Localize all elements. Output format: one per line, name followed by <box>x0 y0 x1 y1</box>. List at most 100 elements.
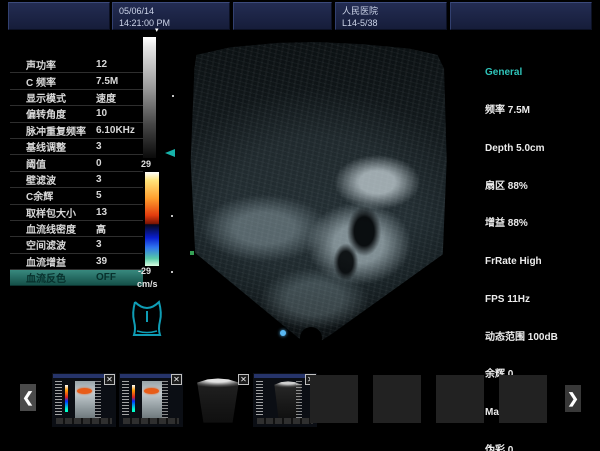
thumb-text-column <box>296 381 302 419</box>
param-label: 显示模式 <box>10 90 96 105</box>
param-label: 偏转角度 <box>10 106 96 121</box>
readout-sector: 扇区 88% <box>485 181 558 194</box>
thumb-filmstrip-row <box>56 418 112 424</box>
chevron-right-icon: ❯ <box>567 390 579 407</box>
thumb-filmstrip-row <box>123 418 179 424</box>
thumb-text-column <box>162 381 168 419</box>
param-label: 声功率 <box>10 57 96 72</box>
empty-thumbnail-slot <box>436 375 484 423</box>
filmstrip-next-button[interactable]: ❯ <box>565 385 581 412</box>
probe-label: L14-5/38 <box>342 18 378 28</box>
empty-thumbnail-slot <box>373 375 421 423</box>
param-value: 3 <box>96 141 143 152</box>
thumbnail-doppler-capture-1[interactable]: ✕ <box>52 373 116 427</box>
param-label: 空间滤波 <box>10 237 96 252</box>
hospital-box: 人民医院 L14-5/38 <box>335 2 447 30</box>
thumb-text-column <box>95 381 101 419</box>
readout-fps: FPS 11Hz <box>485 294 558 307</box>
param-row-c-persistence[interactable]: C余辉5 <box>10 188 143 204</box>
preset-title: General <box>485 67 558 80</box>
param-row-wall-filter[interactable]: 壁滤波3 <box>10 172 143 188</box>
trackball-cursor <box>280 330 286 336</box>
param-row-baseline[interactable]: 基线调整3 <box>10 139 143 155</box>
close-icon[interactable]: ✕ <box>171 374 182 385</box>
empty-thumbnail-slot <box>310 375 358 423</box>
param-value: 高 <box>96 221 143 236</box>
param-row-steer-angle[interactable]: 偏转角度10 <box>10 106 143 122</box>
param-row-acoustic-power[interactable]: 声功率12 <box>10 57 143 73</box>
param-value: 7.5M <box>96 76 143 87</box>
param-value: 6.10KHz <box>96 125 143 136</box>
close-icon[interactable]: ✕ <box>238 374 249 385</box>
date-label: 05/06/14 <box>119 6 154 16</box>
thumbnail-doppler-capture-2[interactable]: ✕ <box>119 373 183 427</box>
readout-frequency: 频率 7.5M <box>485 105 558 118</box>
param-row-c-frequency[interactable]: C 频率7.5M <box>10 73 143 89</box>
param-label: C 频率 <box>10 74 96 89</box>
param-label: 壁滤波 <box>10 172 96 187</box>
param-row-spatial-filter[interactable]: 空间滤波3 <box>10 237 143 253</box>
readout-depth: Depth 5.0cm <box>485 143 558 156</box>
color-doppler-bar <box>145 172 159 266</box>
grayscale-bar <box>143 37 156 158</box>
param-label: 基线调整 <box>10 139 96 154</box>
param-label: 阈值 <box>10 156 96 171</box>
time-label: 14:21:00 PM <box>119 18 170 28</box>
gain-marker-arrow-icon <box>165 149 175 157</box>
focus-marker <box>190 251 194 255</box>
datetime-box: 05/06/14 14:21:00 PM <box>112 2 230 30</box>
param-value: 12 <box>96 59 143 70</box>
thumbnail-sector-capture[interactable]: ✕ <box>253 373 317 427</box>
b-mode-sector-image <box>186 38 448 345</box>
param-value: OFF <box>96 272 143 283</box>
topbar-empty-box-1 <box>8 2 110 30</box>
thumb-text-column <box>55 381 62 417</box>
thumb-sector <box>192 378 244 424</box>
param-value: 0 <box>96 158 143 169</box>
readout-gain: 增益 88% <box>485 218 558 231</box>
ultrasound-console-screen: 05/06/14 14:21:00 PM 人民医院 L14-5/38 ▾ 声功率… <box>0 0 600 451</box>
caret-down-icon: ▾ <box>155 27 159 34</box>
hospital-label: 人民医院 <box>342 6 378 16</box>
param-label: C余辉 <box>10 188 96 203</box>
thumb-text-column <box>122 381 129 417</box>
ultrasound-image-area <box>186 38 448 345</box>
param-row-prf[interactable]: 脉冲重复频率6.10KHz <box>10 123 143 139</box>
velocity-max-label: 29 <box>141 159 151 169</box>
param-row-display-mode[interactable]: 显示模式速度 <box>10 90 143 106</box>
bar-marker-dot <box>171 215 173 217</box>
thumb-doppler-blob <box>144 388 159 394</box>
close-icon[interactable]: ✕ <box>104 374 115 385</box>
param-label: 取样包大小 <box>10 205 96 220</box>
thumb-image <box>142 381 162 420</box>
readout-frrate: FrRate High <box>485 256 558 269</box>
param-row-packet-size[interactable]: 取样包大小13 <box>10 205 143 221</box>
empty-thumbnail-slot <box>499 375 547 423</box>
param-row-color-gain[interactable]: 血流增益39 <box>10 254 143 270</box>
thumb-doppler-blob <box>77 388 92 394</box>
velocity-unit-label: cm/s <box>137 279 158 289</box>
param-value: 3 <box>96 174 143 185</box>
doppler-parameter-list: 声功率12 C 频率7.5M 显示模式速度 偏转角度10 脉冲重复频率6.10K… <box>10 57 143 286</box>
thumb-filmstrip-row <box>257 418 313 424</box>
param-value: 39 <box>96 256 143 267</box>
bar-marker-dot <box>172 95 174 97</box>
thumb-text-column <box>256 381 263 417</box>
filmstrip-prev-button[interactable]: ❮ <box>20 384 36 411</box>
thumb-image <box>75 381 95 420</box>
body-mark-icon[interactable] <box>126 298 168 340</box>
param-row-line-density[interactable]: 血流线密度高 <box>10 221 143 237</box>
bar-marker-dot <box>171 271 173 273</box>
param-row-threshold[interactable]: 阈值0 <box>10 155 143 171</box>
param-value: 5 <box>96 190 143 201</box>
velocity-min-label: -29 <box>138 266 151 276</box>
param-label: 血流线密度 <box>10 221 96 236</box>
thumbnail-sector-image[interactable]: ✕ <box>186 373 250 427</box>
param-label: 血流增益 <box>10 254 96 269</box>
topbar-empty-box-2 <box>233 2 332 30</box>
readout-pseudocolor: 伪彩 0 <box>485 445 558 451</box>
param-label: 血流反色 <box>10 270 96 285</box>
readout-dynamic-range: 动态范围 100dB <box>485 332 558 345</box>
param-value: 13 <box>96 207 143 218</box>
param-row-flow-invert-selected[interactable]: 血流反色OFF <box>10 270 143 286</box>
